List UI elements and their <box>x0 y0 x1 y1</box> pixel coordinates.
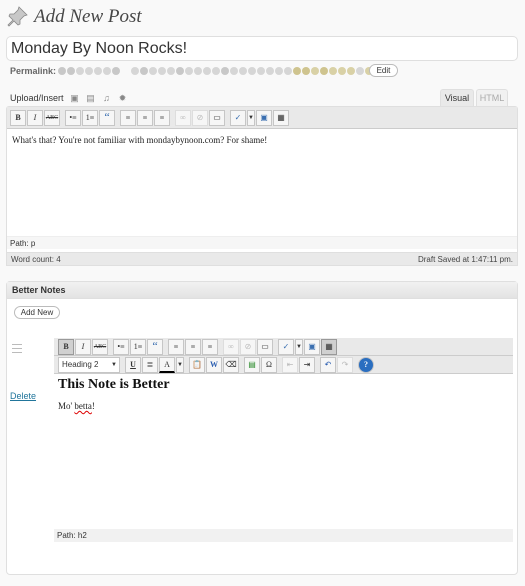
upload-insert-label: Upload/Insert <box>10 93 64 103</box>
add-new-note-button[interactable]: Add New <box>14 306 60 319</box>
page-header: Add New Post <box>6 4 142 30</box>
justify-button[interactable]: ≣ <box>142 356 158 373</box>
chevron-down-icon: ▼ <box>111 361 117 368</box>
delete-note-link[interactable]: Delete <box>10 391 36 401</box>
note-unlink-button[interactable]: ⊘ <box>240 338 256 355</box>
note-text-suffix: ! <box>91 401 95 411</box>
note-spellcheck-button[interactable]: ✓ <box>278 338 294 355</box>
note-numbered-list-button[interactable]: 1≡ <box>130 338 146 355</box>
format-select-value: Heading 2 <box>62 360 99 369</box>
note-fullscreen-button[interactable]: ▣ <box>304 338 320 355</box>
upload-insert-row: Upload/Insert ▣ ▤ ♫ ✹ <box>10 91 128 105</box>
edit-permalink-button[interactable]: Edit <box>369 64 398 77</box>
strikethrough-button[interactable]: ABC <box>44 109 60 126</box>
note-align-left-button[interactable]: ≡ <box>168 338 184 355</box>
align-right-button[interactable]: ≡ <box>154 109 170 126</box>
format-select[interactable]: Heading 2 ▼ <box>58 356 120 373</box>
note-content[interactable]: This Note is Better Mo' betta! <box>54 374 513 529</box>
drag-handle-icon[interactable] <box>12 344 22 353</box>
align-center-button[interactable]: ≡ <box>137 109 153 126</box>
pushpin-icon <box>7 6 28 27</box>
italic-button[interactable]: I <box>27 109 43 126</box>
note-link-button[interactable]: ∞ <box>223 338 239 355</box>
page-title: Add New Post <box>34 6 142 27</box>
outdent-button[interactable]: ⇤ <box>282 356 298 373</box>
more-tag-button[interactable]: ▭ <box>209 109 225 126</box>
add-media-icon[interactable]: ✹ <box>118 93 128 103</box>
text-color-button[interactable]: A <box>159 356 175 373</box>
note-italic-button[interactable]: I <box>75 338 91 355</box>
note-heading: This Note is Better <box>58 377 170 392</box>
spellcheck-dropdown[interactable]: ▼ <box>247 109 255 126</box>
note-bullet-list-button[interactable]: •≡ <box>113 338 129 355</box>
note-paragraph: Mo' betta! <box>58 401 509 411</box>
underline-button[interactable]: U <box>125 356 141 373</box>
editor-path: Path: p <box>7 236 517 249</box>
insert-media-button[interactable]: ▤ <box>244 356 260 373</box>
paste-text-button[interactable]: 📋 <box>189 356 205 373</box>
kitchen-sink-button[interactable]: ▦ <box>273 109 289 126</box>
permalink-label: Permalink: <box>10 66 57 76</box>
post-editor: B I ABC •≡ 1≡ “ ≡ ≡ ≡ ∞ ⊘ ▭ ✓ ▼ ▣ ▦ What… <box>6 106 518 265</box>
note-text-prefix: Mo' <box>58 401 75 411</box>
note-toolbar-row2: Heading 2 ▼ U ≣ A ▼ 📋 W ⌫ ▤ Ω ⇤ ⇥ ↶ ↷ ? <box>54 356 513 374</box>
numbered-list-button[interactable]: 1≡ <box>82 109 98 126</box>
editor-status-bar: Word count: 4 Draft Saved at 1:47:11 pm. <box>6 252 518 266</box>
bold-button[interactable]: B <box>10 109 26 126</box>
editor-content[interactable]: What's that? You're not familiar with mo… <box>7 129 517 236</box>
note-editor: B I ABC •≡ 1≡ “ ≡ ≡ ≡ ∞ ⊘ ▭ ✓ ▼ ▣ ▦ Head… <box>54 338 513 547</box>
help-button[interactable]: ? <box>358 356 374 373</box>
note-strikethrough-button[interactable]: ABC <box>92 338 108 355</box>
align-left-button[interactable]: ≡ <box>120 109 136 126</box>
editor-toolbar: B I ABC •≡ 1≡ “ ≡ ≡ ≡ ∞ ⊘ ▭ ✓ ▼ ▣ ▦ <box>7 107 517 129</box>
add-video-icon[interactable]: ▤ <box>86 93 96 103</box>
note-blockquote-button[interactable]: “ <box>147 338 163 355</box>
add-image-icon[interactable]: ▣ <box>70 93 80 103</box>
post-title-input[interactable] <box>6 36 518 61</box>
better-notes-box: Better Notes Add New Delete B I ABC •≡ 1… <box>6 281 518 575</box>
permalink-url-obscured[interactable] <box>58 67 383 75</box>
undo-button[interactable]: ↶ <box>320 356 336 373</box>
note-align-right-button[interactable]: ≡ <box>202 338 218 355</box>
link-button[interactable]: ∞ <box>175 109 191 126</box>
blockquote-button[interactable]: “ <box>99 109 115 126</box>
permalink-row: Permalink: <box>10 64 383 78</box>
draft-status: Draft Saved at 1:47:11 pm. <box>417 254 513 264</box>
text-color-dropdown[interactable]: ▼ <box>176 356 184 373</box>
redo-button[interactable]: ↷ <box>337 356 353 373</box>
note-path: Path: h2 <box>54 529 513 542</box>
special-char-button[interactable]: Ω <box>261 356 277 373</box>
better-notes-title[interactable]: Better Notes <box>7 282 517 299</box>
word-count: Word count: 4 <box>11 254 61 264</box>
note-align-center-button[interactable]: ≡ <box>185 338 201 355</box>
spellcheck-button[interactable]: ✓ <box>230 109 246 126</box>
paste-word-button[interactable]: W <box>206 356 222 373</box>
tab-html[interactable]: HTML <box>476 89 508 106</box>
note-spellcheck-dropdown[interactable]: ▼ <box>295 338 303 355</box>
unlink-button[interactable]: ⊘ <box>192 109 208 126</box>
bullet-list-button[interactable]: •≡ <box>65 109 81 126</box>
note-kitchen-sink-button[interactable]: ▦ <box>321 338 337 355</box>
misspelled-word[interactable]: betta <box>74 401 92 411</box>
remove-format-button[interactable]: ⌫ <box>223 356 239 373</box>
add-audio-icon[interactable]: ♫ <box>102 93 112 103</box>
note-bold-button[interactable]: B <box>58 338 74 355</box>
tab-visual[interactable]: Visual <box>440 89 474 106</box>
note-toolbar-row1: B I ABC •≡ 1≡ “ ≡ ≡ ≡ ∞ ⊘ ▭ ✓ ▼ ▣ ▦ <box>54 338 513 356</box>
fullscreen-button[interactable]: ▣ <box>256 109 272 126</box>
indent-button[interactable]: ⇥ <box>299 356 315 373</box>
note-more-tag-button[interactable]: ▭ <box>257 338 273 355</box>
